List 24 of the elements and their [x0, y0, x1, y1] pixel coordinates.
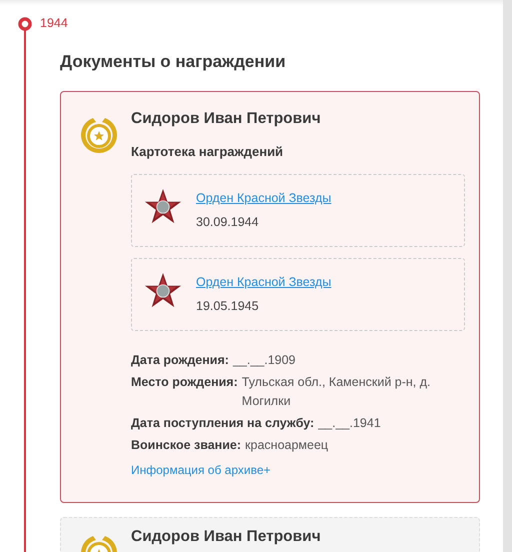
detail-label: Место рождения:: [131, 374, 238, 391]
detail-value: __.__.1909: [232, 352, 296, 369]
detail-label: Воинское звание:: [131, 436, 242, 454]
detail-label: Дата рождения:: [131, 352, 229, 369]
detail-value: красноармеец: [245, 436, 328, 454]
timeline-year: 1944: [40, 15, 68, 32]
award-link[interactable]: Орден Красной Звезды: [196, 274, 332, 289]
award-card[interactable]: [60, 90, 480, 503]
section-title: Документы о награждении: [60, 51, 287, 73]
detail-value: __.__.1941: [318, 414, 381, 432]
detail-label: Дата поступления на службу:: [131, 414, 314, 432]
star-medal-icon: [144, 272, 182, 310]
award-date: 19.05.1945: [196, 298, 260, 315]
detail-value: Тульская обл., Каменский р-н, д. Могилки: [242, 374, 432, 410]
award-link[interactable]: Орден Красной Звезды: [196, 190, 332, 205]
award-date: 30.09.1944: [196, 214, 260, 231]
archive-link[interactable]: Информация об архиве+: [131, 462, 271, 477]
award-card[interactable]: Сидоров Иван Петрович: [60, 516, 480, 552]
timeline-dot-icon: [18, 17, 32, 31]
card-subtitle: Картотека награждений: [131, 143, 284, 162]
scrollbar[interactable]: [503, 0, 512, 552]
person-name: Сидоров Иван Петрович: [131, 528, 322, 546]
star-medal-icon: [144, 188, 182, 226]
person-name: Сидоров Иван Петрович: [131, 110, 322, 128]
